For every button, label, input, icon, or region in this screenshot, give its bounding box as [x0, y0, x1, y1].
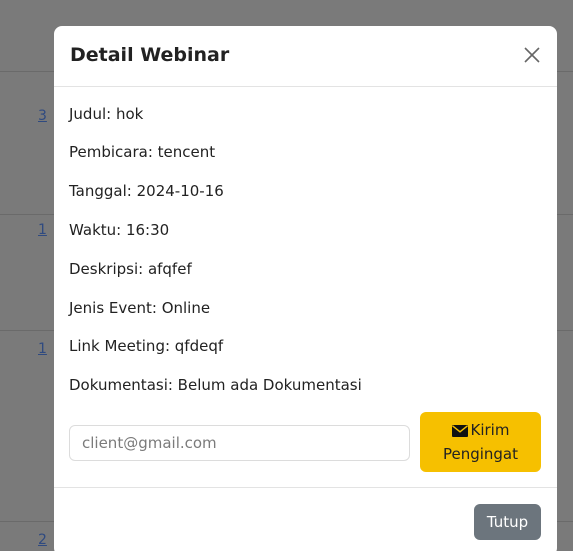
modal-header: Detail Webinar — [54, 26, 557, 87]
send-reminder-button[interactable]: Kirim Pengingat — [420, 412, 541, 472]
detail-deskripsi: Deskripsi: afqfef — [69, 260, 192, 278]
close-icon[interactable] — [517, 40, 547, 70]
send-reminder-label-2: Pengingat — [442, 445, 519, 463]
send-reminder-line1: Kirim — [424, 419, 537, 443]
modal-footer: Tutup — [54, 488, 557, 551]
detail-pembicara: Pembicara: tencent — [69, 143, 216, 161]
close-button[interactable]: Tutup — [474, 504, 541, 540]
detail-jenis-event: Jenis Event: Online — [69, 299, 211, 317]
modal-title: Detail Webinar — [70, 44, 230, 66]
detail-link-meeting: Link Meeting: qfdeqf — [69, 337, 224, 355]
detail-waktu: Waktu: 16:30 — [69, 221, 170, 239]
background-row-link[interactable]: 1 — [38, 341, 47, 357]
background-row-link[interactable]: 1 — [38, 222, 47, 238]
page: 3 1 1 2 Detail Webinar Judul: hok Pembic… — [0, 0, 573, 551]
email-input[interactable] — [69, 425, 410, 461]
send-reminder-label-1: Kirim — [470, 421, 510, 439]
detail-tanggal: Tanggal: 2024-10-16 — [69, 182, 224, 200]
background-row-link[interactable]: 2 — [38, 532, 47, 548]
detail-judul: Judul: hok — [69, 105, 144, 123]
webinar-detail-modal: Detail Webinar Judul: hok Pembicara: ten… — [54, 26, 557, 551]
detail-dokumentasi: Dokumentasi: Belum ada Dokumentasi — [69, 376, 362, 394]
background-row-link[interactable]: 3 — [38, 108, 47, 124]
modal-body: Judul: hok Pembicara: tencent Tanggal: 2… — [54, 87, 557, 488]
envelope-icon — [451, 421, 468, 443]
